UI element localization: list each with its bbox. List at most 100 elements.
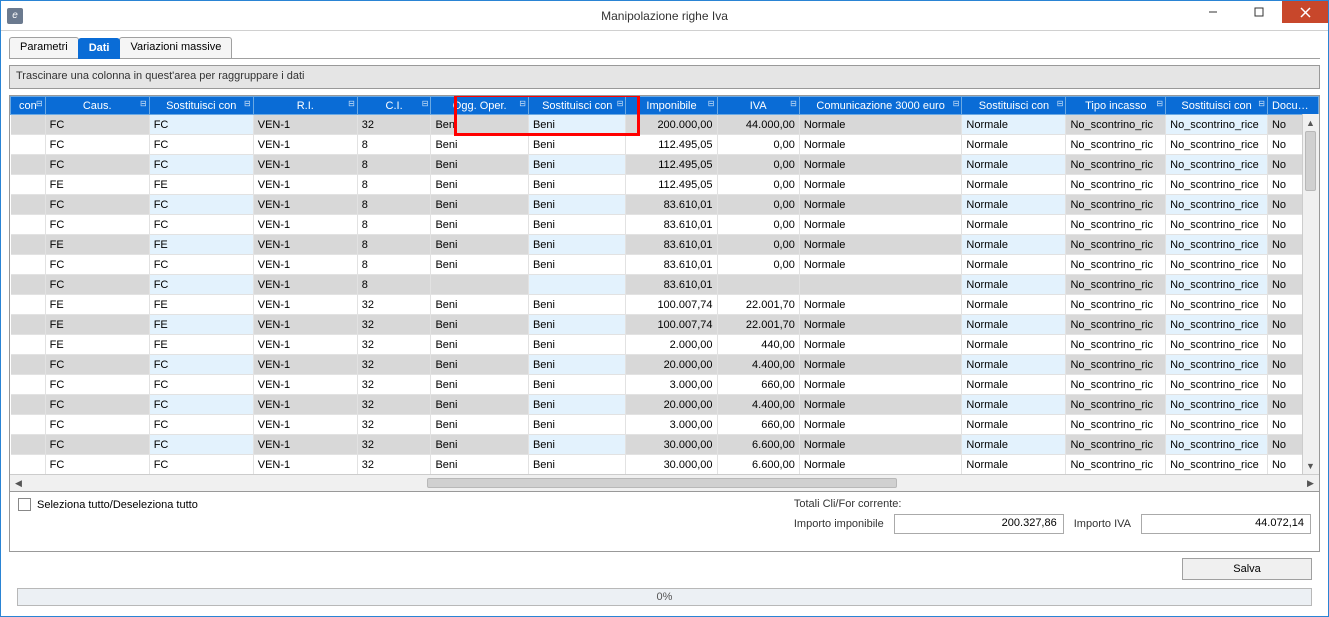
table-row[interactable]: FEFEVEN-18BeniBeni112.495,050,00NormaleN… [11,175,1319,195]
grid-cell[interactable] [11,375,46,395]
grid-cell[interactable]: FC [149,195,253,215]
grid-cell[interactable]: Normale [799,415,962,435]
grid-cell[interactable] [11,255,46,275]
grid-cell[interactable] [717,275,799,295]
grid-cell[interactable]: Normale [799,195,962,215]
grid-cell[interactable]: FE [149,315,253,335]
grid-cell[interactable]: No_scontrino_ric [1066,155,1166,175]
grid-cell[interactable]: 4.400,00 [717,395,799,415]
grid-cell[interactable]: FE [45,235,149,255]
grid-cell[interactable] [11,455,46,475]
scroll-left-icon[interactable]: ◀ [10,476,27,491]
grid-cell[interactable]: Beni [528,335,626,355]
grid-cell[interactable]: 22.001,70 [717,315,799,335]
grid-cell[interactable]: Normale [962,155,1066,175]
grid-cell[interactable]: 32 [357,315,431,335]
scroll-down-icon[interactable]: ▼ [1303,457,1318,474]
grid-cell[interactable]: Normale [799,135,962,155]
col-ri[interactable]: R.I.⊟ [253,97,357,115]
grid-cell[interactable]: Beni [528,295,626,315]
grid-cell[interactable]: Beni [528,215,626,235]
table-row[interactable]: FCFCVEN-132BeniBeni20.000,004.400,00Norm… [11,355,1319,375]
grid-cell[interactable]: 660,00 [717,375,799,395]
minimize-button[interactable] [1190,1,1236,23]
grid-cell[interactable]: Normale [799,455,962,475]
grid-cell[interactable]: No_scontrino_rice [1166,415,1268,435]
grid-cell[interactable]: VEN-1 [253,415,357,435]
grid-cell[interactable]: No_scontrino_rice [1166,135,1268,155]
grid-cell[interactable]: 6.600,00 [717,455,799,475]
grid-cell[interactable]: 83.610,01 [626,235,717,255]
grid-cell[interactable]: VEN-1 [253,375,357,395]
grid-cell[interactable]: 32 [357,295,431,315]
grid-cell[interactable]: No_scontrino_ric [1066,275,1166,295]
grid-cell[interactable]: 200.000,00 [626,115,717,135]
grid-cell[interactable]: 30.000,00 [626,435,717,455]
grid-cell[interactable]: FC [149,115,253,135]
grid-cell[interactable]: Beni [431,315,529,335]
grid-cell[interactable]: FE [149,295,253,315]
grid-cell[interactable]: No_scontrino_rice [1166,295,1268,315]
grid-cell[interactable]: 0,00 [717,155,799,175]
table-row[interactable]: FCFCVEN-18BeniBeni83.610,010,00NormaleNo… [11,255,1319,275]
grid-cell[interactable] [11,315,46,335]
grid-cell[interactable]: No_scontrino_rice [1166,335,1268,355]
grid-cell[interactable]: Normale [962,415,1066,435]
grid-cell[interactable]: No_scontrino_rice [1166,275,1268,295]
grid-cell[interactable]: 32 [357,415,431,435]
grid-cell[interactable]: 30.000,00 [626,455,717,475]
grid-cell[interactable]: Normale [799,375,962,395]
grid-cell[interactable]: 112.495,05 [626,135,717,155]
grid-cell[interactable]: Beni [431,235,529,255]
grid-cell[interactable]: Beni [528,375,626,395]
grid-cell[interactable]: No_scontrino_rice [1166,215,1268,235]
grid-cell[interactable] [11,175,46,195]
horizontal-scrollbar[interactable]: ◀ ▶ [10,474,1319,491]
grid-cell[interactable]: No_scontrino_ric [1066,135,1166,155]
grid-cell[interactable]: 0,00 [717,195,799,215]
vertical-scroll-thumb[interactable] [1305,131,1316,191]
grid-cell[interactable]: 32 [357,455,431,475]
grid-cell[interactable]: 22.001,70 [717,295,799,315]
grid-cell[interactable]: FC [45,395,149,415]
grid-cell[interactable]: 83.610,01 [626,215,717,235]
grid-cell[interactable]: No_scontrino_rice [1166,355,1268,375]
grid-cell[interactable]: 32 [357,435,431,455]
grid-cell[interactable]: No_scontrino_ric [1066,175,1166,195]
grid-cell[interactable]: No_scontrino_rice [1166,315,1268,335]
grid-cell[interactable] [11,295,46,315]
grid-cell[interactable] [11,435,46,455]
grid-cell[interactable]: VEN-1 [253,355,357,375]
grid-cell[interactable]: No_scontrino_ric [1066,115,1166,135]
grid-cell[interactable]: Beni [528,135,626,155]
grid-cell[interactable]: No_scontrino_ric [1066,435,1166,455]
grid-cell[interactable]: No_scontrino_ric [1066,375,1166,395]
grid-cell[interactable]: 32 [357,115,431,135]
grid-cell[interactable]: No_scontrino_rice [1166,375,1268,395]
grid-cell[interactable]: Normale [799,175,962,195]
close-button[interactable] [1282,1,1328,23]
grid-cell[interactable]: VEN-1 [253,155,357,175]
grid-cell[interactable]: 660,00 [717,415,799,435]
table-row[interactable]: FCFCVEN-132BeniBeni20.000,004.400,00Norm… [11,395,1319,415]
grid-cell[interactable]: No_scontrino_rice [1166,255,1268,275]
grid-cell[interactable]: No_scontrino_ric [1066,315,1166,335]
grid-cell[interactable]: VEN-1 [253,315,357,335]
grid-cell[interactable]: FC [149,155,253,175]
col-ci[interactable]: C.I.⊟ [357,97,431,115]
grid-cell[interactable]: VEN-1 [253,255,357,275]
col-sostituisci-com[interactable]: Sostituisci con⊟ [962,97,1066,115]
grid-cell[interactable]: Beni [431,395,529,415]
grid-cell[interactable]: VEN-1 [253,215,357,235]
grid-cell[interactable]: FE [149,175,253,195]
grid-cell[interactable]: Beni [431,215,529,235]
grid-cell[interactable]: 8 [357,175,431,195]
grid-cell[interactable]: Beni [431,175,529,195]
col-documen[interactable]: Documen [1267,97,1318,115]
col-con[interactable]: con⊟ [11,97,46,115]
grid-cell[interactable]: 83.610,01 [626,255,717,275]
grid-cell[interactable] [431,275,529,295]
grid-cell[interactable]: FC [149,415,253,435]
grid-cell[interactable]: 0,00 [717,235,799,255]
table-row[interactable]: FCFCVEN-132BeniBeni30.000,006.600,00Norm… [11,435,1319,455]
